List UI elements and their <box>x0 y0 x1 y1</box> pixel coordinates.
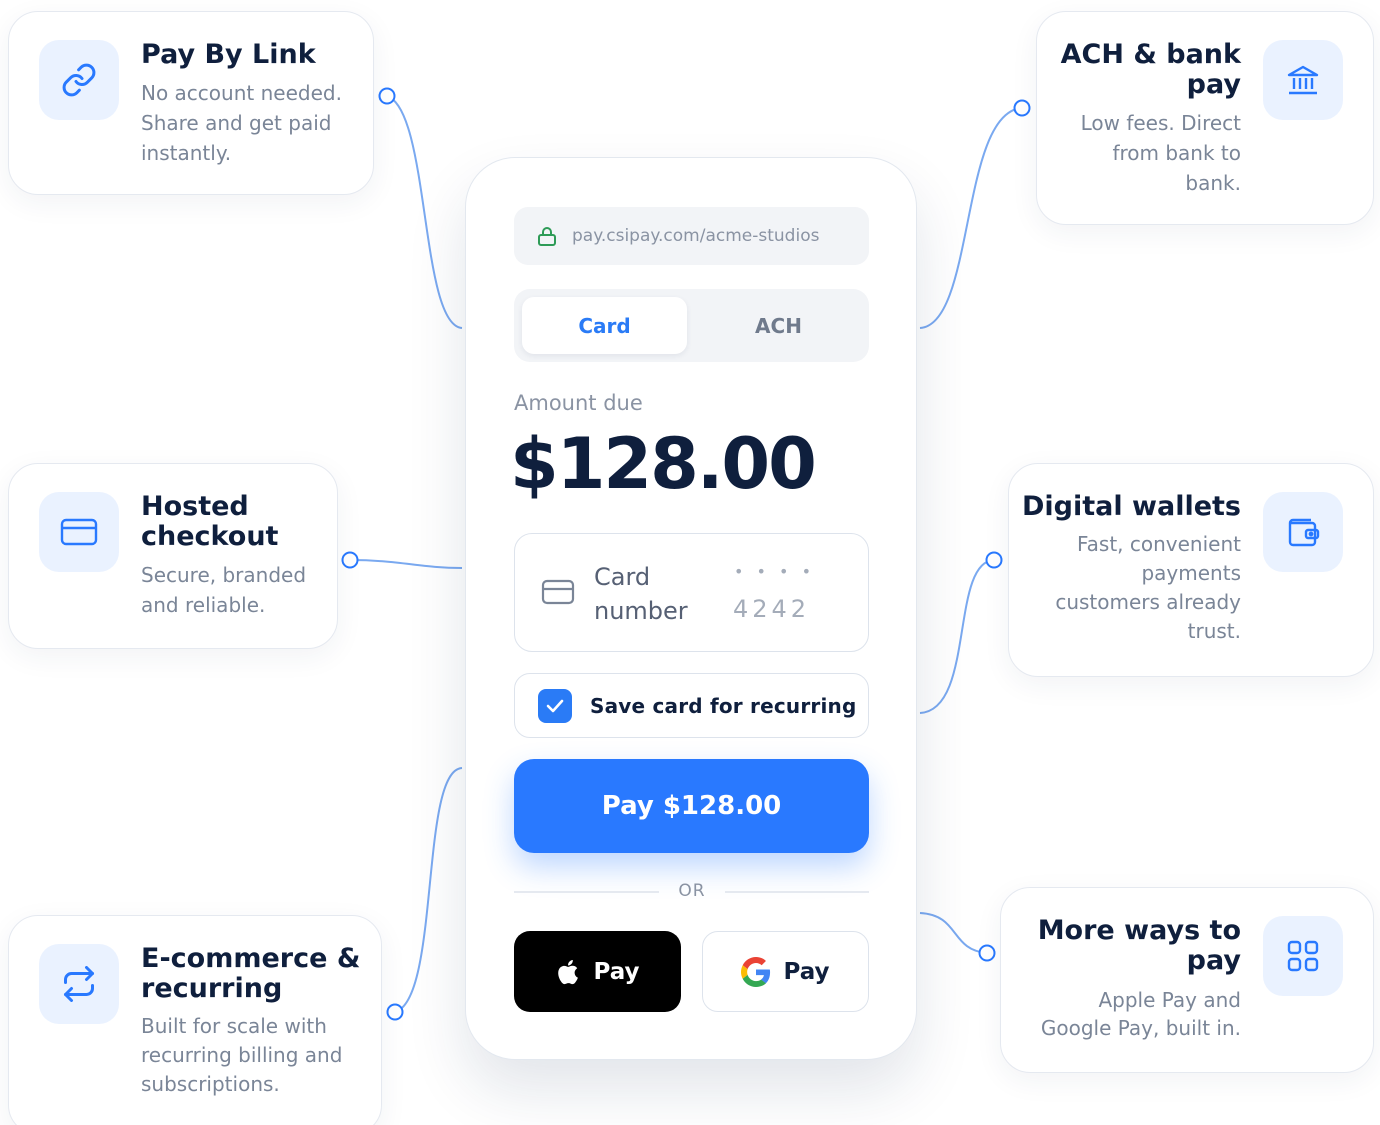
connector-ecommerce <box>394 767 463 1013</box>
feature-title: ACH & bank pay <box>1060 39 1241 100</box>
divider-line <box>725 891 869 893</box>
tab-card[interactable]: Card <box>522 297 687 354</box>
feature-title: E-commerce & recurring <box>141 943 361 1004</box>
feature-description: Fast, convenient payments customers alre… <box>1055 532 1241 643</box>
apple-pay-button[interactable]: Pay <box>514 931 681 1012</box>
connector-digital-wallets <box>919 559 995 714</box>
link-icon <box>39 40 119 120</box>
feature-description: Built for scale with recurring billing a… <box>141 1014 343 1096</box>
feature-card-pay-by-link: Pay By Link No account needed. Share and… <box>8 11 374 195</box>
card-number-field[interactable]: Card number • • • • 4242 <box>514 533 869 652</box>
wallet-icon <box>1263 492 1343 572</box>
apple-icon <box>558 959 579 984</box>
save-card-label: Save card for recurring <box>590 693 857 718</box>
save-card-checkbox[interactable] <box>538 688 572 723</box>
google-icon <box>741 956 771 987</box>
lock-icon <box>538 227 556 246</box>
connector-dot <box>341 551 359 569</box>
google-pay-button[interactable]: Pay <box>702 931 869 1012</box>
pay-button[interactable]: Pay $128.00 <box>514 759 869 853</box>
credit-card-icon <box>39 492 119 572</box>
amount-due-value: $128.00 <box>510 423 817 505</box>
feature-card-digital-wallets: Digital wallets Fast, convenient payment… <box>1008 463 1374 677</box>
feature-title: Hosted checkout <box>141 491 279 552</box>
feature-description: Apple Pay and Google Pay, built in. <box>1040 988 1241 1040</box>
feature-card-ach-bank: ACH & bank pay Low fees. Direct from ban… <box>1036 11 1374 225</box>
feature-card-ecommerce: E-commerce & recurring Built for scale w… <box>8 915 382 1125</box>
connector-dot <box>1013 99 1031 117</box>
connector-hosted-checkout <box>349 559 463 569</box>
connector-dot <box>978 944 996 962</box>
card-number-last4: 4242 <box>733 595 811 623</box>
url-text: pay.csipay.com/acme-studios <box>572 226 820 246</box>
amount-due-label: Amount due <box>514 391 643 415</box>
feature-title: More ways to pay <box>1037 915 1241 976</box>
apple-pay-label: Pay <box>593 958 640 985</box>
connector-pay-by-link <box>386 95 463 329</box>
url-bar[interactable]: pay.csipay.com/acme-studios <box>514 207 869 265</box>
connector-dot <box>378 87 396 105</box>
card-number-label: Card number <box>594 563 688 625</box>
feature-card-hosted-checkout: Hosted checkout Secure, branded and reli… <box>8 463 338 649</box>
checkout-phone: pay.csipay.com/acme-studios Card ACH Amo… <box>465 157 917 1060</box>
bank-icon <box>1263 40 1343 120</box>
feature-description: No account needed. Share and get paid in… <box>141 81 342 165</box>
connector-dot <box>985 551 1003 569</box>
feature-title: Digital wallets <box>1022 491 1241 522</box>
repeat-icon <box>39 944 119 1024</box>
feature-description: Secure, branded and reliable. <box>141 563 307 617</box>
tab-ach[interactable]: ACH <box>696 297 861 354</box>
feature-description: Low fees. Direct from bank to bank. <box>1080 111 1241 195</box>
google-pay-label: Pay <box>783 958 830 985</box>
divider-line <box>514 891 659 893</box>
payment-method-tabs: Card ACH <box>514 289 869 362</box>
check-icon <box>546 699 564 712</box>
card-number-mask: • • • • <box>734 562 816 581</box>
feature-title: Pay By Link <box>141 39 316 70</box>
credit-card-icon <box>541 579 575 605</box>
connector-dot <box>386 1003 404 1021</box>
save-card-option[interactable]: Save card for recurring <box>514 673 869 738</box>
grid-icon <box>1263 916 1343 996</box>
or-divider: OR <box>678 881 706 901</box>
connector-ach <box>919 107 1023 329</box>
connector-more-ways <box>919 912 988 954</box>
feature-card-more-ways: More ways to pay Apple Pay and Google Pa… <box>1000 887 1374 1073</box>
